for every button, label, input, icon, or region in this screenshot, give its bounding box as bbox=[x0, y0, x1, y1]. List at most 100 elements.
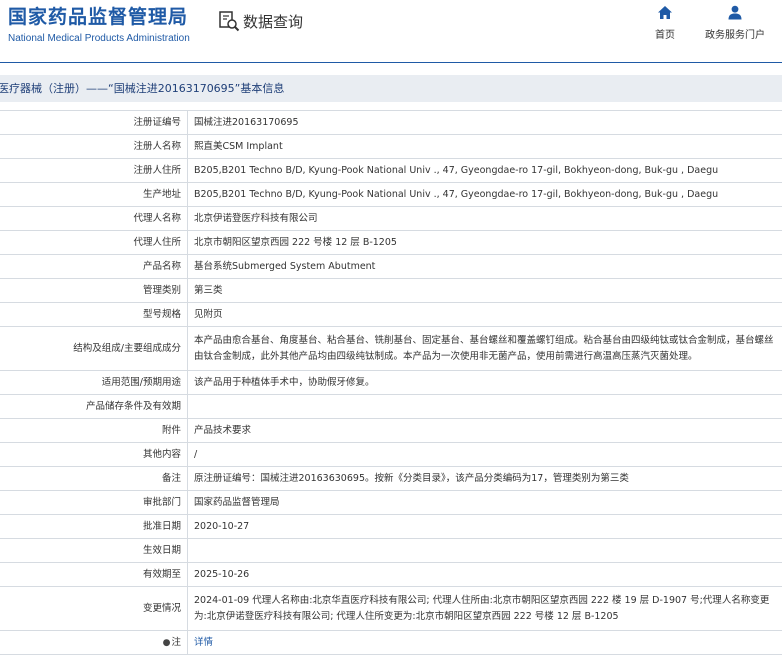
field-label-text: 注册人名称 bbox=[133, 140, 181, 152]
field-value bbox=[187, 394, 782, 419]
field-label: 附件 bbox=[0, 418, 188, 443]
field-label: 生效日期 bbox=[0, 538, 188, 563]
field-label-text: 产品名称 bbox=[142, 260, 181, 272]
table-row: 审批部门 国家药品监督管理局 bbox=[0, 490, 782, 515]
field-label: ●注 bbox=[0, 630, 188, 655]
field-value-text: 2020-10-27 bbox=[194, 520, 250, 532]
nav-service-portal[interactable]: 政务服务门户 bbox=[703, 5, 767, 41]
field-value: 基台系统Submerged System Abutment bbox=[187, 254, 782, 279]
page-title: 医疗器械（注册）——“国械注进20163170695”基本信息 bbox=[0, 82, 285, 95]
field-label-text: 审批部门 bbox=[142, 496, 181, 508]
field-value: 北京市朝阳区望京西园 222 号楼 12 层 B-1205 bbox=[187, 230, 782, 255]
field-value: 见附页 bbox=[187, 302, 782, 327]
field-label: 备注 bbox=[0, 466, 188, 491]
field-value-text: B205,B201 Techno B/D, Kyung-Pook Nationa… bbox=[194, 188, 719, 200]
field-value-text: 北京市朝阳区望京西园 222 号楼 12 层 B-1205 bbox=[194, 236, 397, 248]
agency-name-en: National Medical Products Administration bbox=[8, 33, 190, 44]
field-label-text: 型号规格 bbox=[142, 308, 181, 320]
field-value: 产品技术要求 bbox=[187, 418, 782, 443]
field-value-text: 第三类 bbox=[194, 284, 223, 296]
field-label-text: 有效期至 bbox=[142, 568, 181, 580]
field-label-text: 备注 bbox=[161, 472, 181, 484]
table-row: 代理人住所 北京市朝阳区望京西园 222 号楼 12 层 B-1205 bbox=[0, 230, 782, 255]
field-label: 产品名称 bbox=[0, 254, 188, 279]
table-row: 其他内容 / bbox=[0, 442, 782, 467]
table-row: 结构及组成/主要组成成分 本产品由愈合基台、角度基台、粘合基台、铣削基台、固定基台… bbox=[0, 326, 782, 371]
field-label: 适用范围/预期用途 bbox=[0, 370, 188, 395]
field-label-text: 批准日期 bbox=[142, 520, 181, 532]
field-label-text: 附件 bbox=[161, 424, 181, 436]
field-label: 代理人住所 bbox=[0, 230, 188, 255]
field-value-text: 该产品用于种植体手术中，协助假牙修复。 bbox=[194, 376, 375, 388]
field-value-text: 熙直美CSM Implant bbox=[194, 140, 283, 152]
field-label: 批准日期 bbox=[0, 514, 188, 539]
table-row: 代理人名称 北京伊诺登医疗科技有限公司 bbox=[0, 206, 782, 231]
field-label: 其他内容 bbox=[0, 442, 188, 467]
field-label: 产品储存条件及有效期 bbox=[0, 394, 188, 419]
field-value-text: 2024-01-09 代理人名称由:北京华直医疗科技有限公司; 代理人住所由:北… bbox=[194, 594, 770, 622]
details-link[interactable]: 详情 bbox=[194, 637, 213, 648]
field-value: 熙直美CSM Implant bbox=[187, 134, 782, 159]
table-row: 管理类别 第三类 bbox=[0, 278, 782, 303]
field-label-text: 注册证编号 bbox=[133, 116, 181, 128]
document-search-icon bbox=[219, 11, 240, 32]
field-label: 结构及组成/主要组成成分 bbox=[0, 326, 188, 371]
field-label: 生产地址 bbox=[0, 182, 188, 207]
field-value: 详情 bbox=[187, 630, 782, 655]
field-value-text: 原注册证编号：国械注进20163630695。按新《分类目录》，该产品分类编码为… bbox=[194, 472, 629, 484]
table-row: 注册证编号 国械注进20163170695 bbox=[0, 110, 782, 135]
nav-home-label: 首页 bbox=[655, 30, 675, 41]
field-label-text: 适用范围/预期用途 bbox=[101, 376, 181, 388]
field-value: 国家药品监督管理局 bbox=[187, 490, 782, 515]
table-row: 备注 原注册证编号：国械注进20163630695。按新《分类目录》，该产品分类编… bbox=[0, 466, 782, 491]
user-icon bbox=[728, 5, 742, 20]
page-title-bar: 医疗器械（注册）——“国械注进20163170695”基本信息 bbox=[0, 75, 782, 102]
field-value: 2025-10-26 bbox=[187, 562, 782, 587]
nav-home[interactable]: 首页 bbox=[652, 5, 678, 41]
field-value: 国械注进20163170695 bbox=[187, 110, 782, 135]
field-value: 2024-01-09 代理人名称由:北京华直医疗科技有限公司; 代理人住所由:北… bbox=[187, 586, 782, 631]
field-label: 管理类别 bbox=[0, 278, 188, 303]
field-value: B205,B201 Techno B/D, Kyung-Pook Nationa… bbox=[187, 158, 782, 183]
field-value-text: B205,B201 Techno B/D, Kyung-Pook Nationa… bbox=[194, 164, 719, 176]
table-row: 注册人名称 熙直美CSM Implant bbox=[0, 134, 782, 159]
field-label-text: 注册人住所 bbox=[133, 164, 181, 176]
field-label-text: 产品储存条件及有效期 bbox=[85, 400, 181, 412]
site-header: 国家药品监督管理局 National Medical Products Admi… bbox=[0, 0, 782, 63]
agency-logo[interactable]: 国家药品监督管理局 National Medical Products Admi… bbox=[8, 5, 190, 46]
field-value-text: 本产品由愈合基台、角度基台、粘合基台、铣削基台、固定基台、基台螺丝和覆盖螺钉组成… bbox=[194, 334, 774, 362]
data-query-link[interactable]: 数据查询 bbox=[218, 10, 303, 32]
field-label-text: 代理人名称 bbox=[133, 212, 181, 224]
field-value-text: 见附页 bbox=[194, 308, 223, 320]
field-label-text: 其他内容 bbox=[142, 448, 181, 460]
field-label: 变更情况 bbox=[0, 586, 188, 631]
table-row: 附件 产品技术要求 bbox=[0, 418, 782, 443]
table-row: 适用范围/预期用途 该产品用于种植体手术中，协助假牙修复。 bbox=[0, 370, 782, 395]
field-label: 型号规格 bbox=[0, 302, 188, 327]
nav-service-label: 政务服务门户 bbox=[705, 30, 765, 41]
field-value-text: 国械注进20163170695 bbox=[194, 116, 299, 128]
field-value-text: / bbox=[194, 448, 198, 460]
field-label: 注册人住所 bbox=[0, 158, 188, 183]
table-row: 生产地址 B205,B201 Techno B/D, Kyung-Pook Nat… bbox=[0, 182, 782, 207]
home-icon bbox=[658, 6, 672, 19]
field-label: 代理人名称 bbox=[0, 206, 188, 231]
table-row: 注册人住所 B205,B201 Techno B/D, Kyung-Pook Na… bbox=[0, 158, 782, 183]
field-value bbox=[187, 538, 782, 563]
field-value: 原注册证编号：国械注进20163630695。按新《分类目录》，该产品分类编码为… bbox=[187, 466, 782, 491]
table-row: 批准日期 2020-10-27 bbox=[0, 514, 782, 539]
table-row: 有效期至 2025-10-26 bbox=[0, 562, 782, 587]
pin-icon: ● bbox=[162, 637, 171, 648]
data-query-label: 数据查询 bbox=[243, 12, 304, 31]
field-value: 本产品由愈合基台、角度基台、粘合基台、铣削基台、固定基台、基台螺丝和覆盖螺钉组成… bbox=[187, 326, 782, 371]
field-label-text: 生效日期 bbox=[142, 544, 181, 556]
field-value-text: 基台系统Submerged System Abutment bbox=[194, 260, 376, 272]
field-value-text: 国家药品监督管理局 bbox=[194, 496, 280, 508]
table-row: ●注 详情 bbox=[0, 630, 782, 655]
field-value-text: 2025-10-26 bbox=[194, 568, 250, 580]
field-label: 有效期至 bbox=[0, 562, 188, 587]
field-label: 注册人名称 bbox=[0, 134, 188, 159]
field-label-text: 代理人住所 bbox=[133, 236, 181, 248]
table-row: 产品储存条件及有效期 bbox=[0, 394, 782, 419]
field-value: 第三类 bbox=[187, 278, 782, 303]
